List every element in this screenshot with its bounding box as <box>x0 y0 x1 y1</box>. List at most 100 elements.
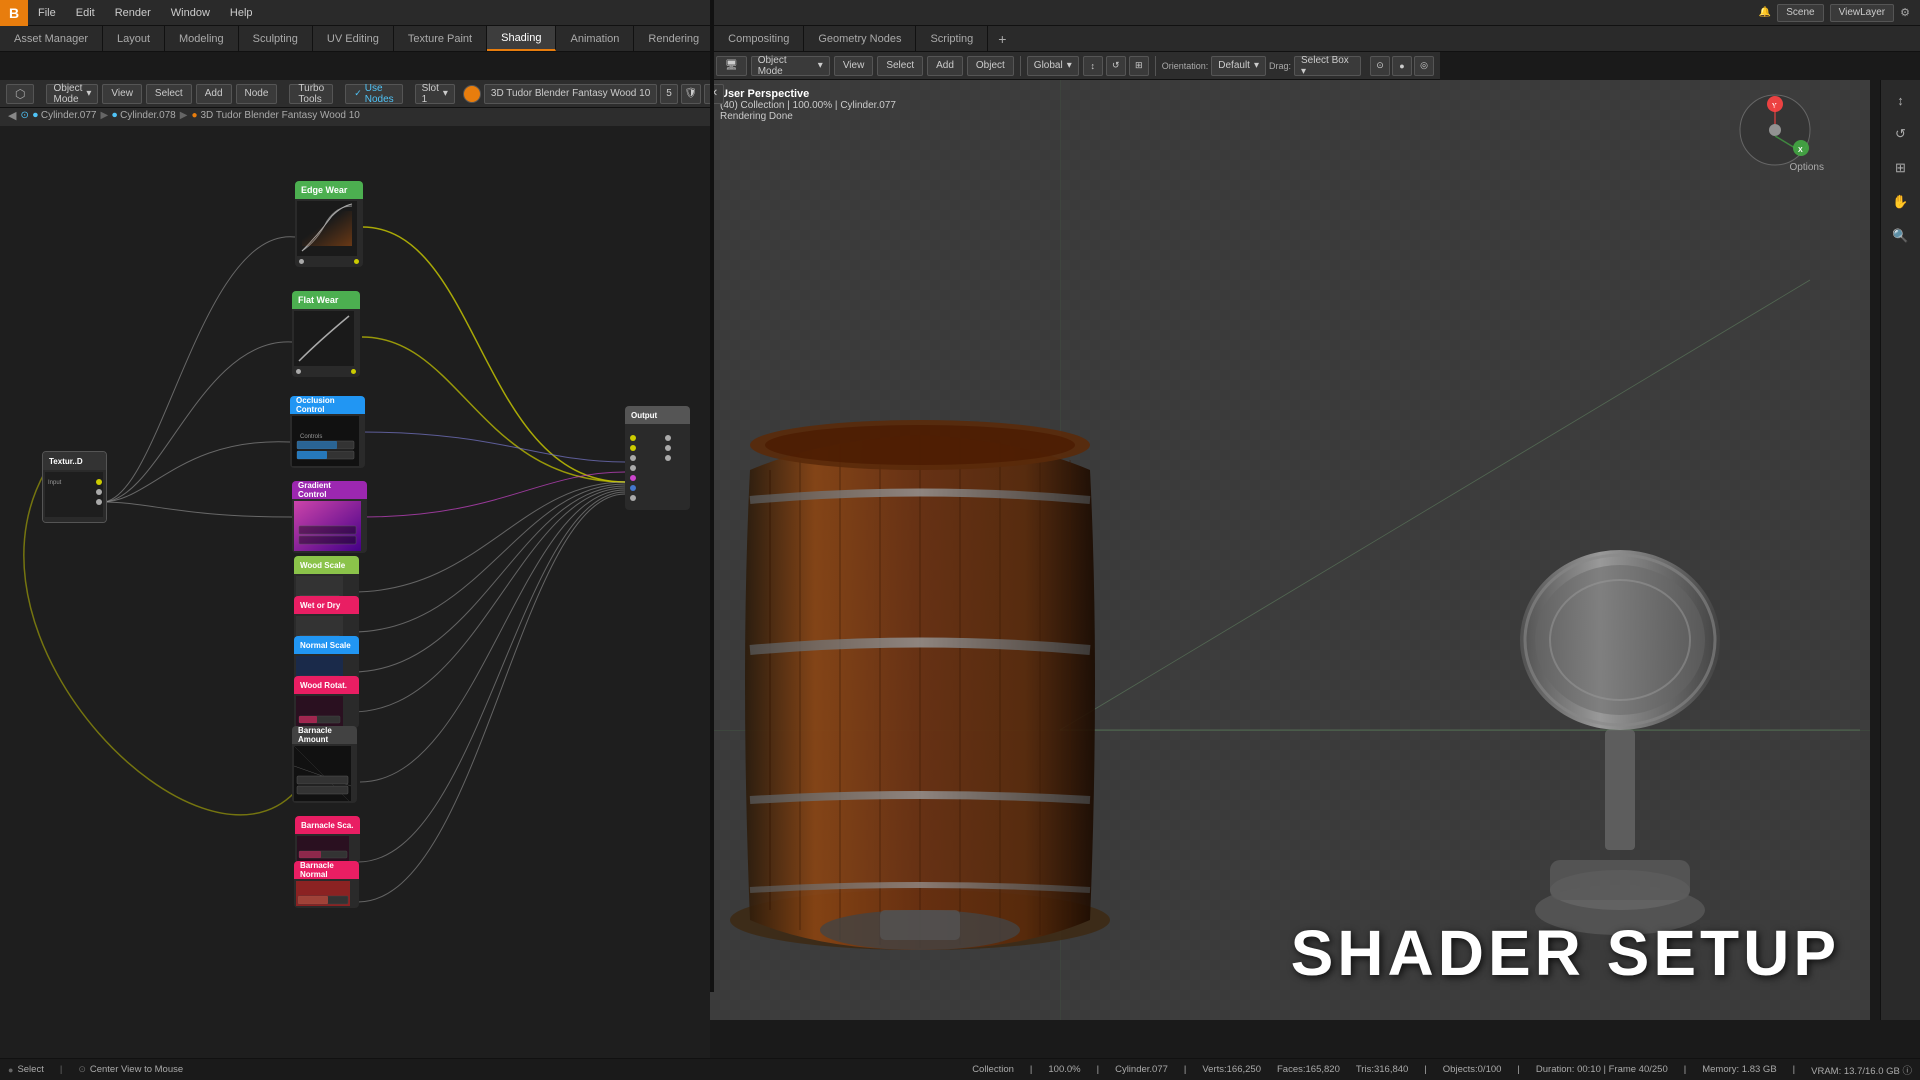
node-output[interactable]: Output <box>625 406 690 510</box>
tab-modeling[interactable]: Modeling <box>165 26 239 51</box>
vp-tb-sep2 <box>1155 56 1156 76</box>
drag-label: Drag: <box>1269 61 1291 71</box>
viewport-transform-btn[interactable]: ↕ <box>1083 56 1103 76</box>
tab-geometry-nodes[interactable]: Geometry Nodes <box>804 26 916 51</box>
options-button[interactable]: Options <box>1784 160 1830 175</box>
right-tool-5[interactable]: 🔍 <box>1887 222 1915 250</box>
tab-shading[interactable]: Shading <box>487 26 556 51</box>
menu-items: File Edit Render Window Help <box>28 0 263 25</box>
menu-window[interactable]: Window <box>161 0 220 25</box>
tab-compositing[interactable]: Compositing <box>714 26 804 51</box>
tab-asset-manager[interactable]: Asset Manager <box>0 26 103 51</box>
vp-overlay-btn[interactable]: ⊙ <box>1370 56 1390 76</box>
shader-setup-text: SHADER SETUP <box>1291 916 1840 990</box>
node-btn[interactable]: Node <box>236 84 278 104</box>
node-occlusion-control[interactable]: Occlusion Control Controls <box>290 396 365 468</box>
status-zoom: 100.0% <box>1048 1064 1080 1075</box>
viewport-editor-type[interactable]: 🖥 <box>716 56 747 76</box>
tab-animation[interactable]: Animation <box>556 26 634 51</box>
right-tool-4[interactable]: ✋ <box>1887 188 1915 216</box>
slot-dropdown[interactable]: Slot 1▾ <box>415 84 455 104</box>
node-barnacle-normal[interactable]: Barnacle Normal <box>294 861 359 908</box>
view-btn[interactable]: View <box>102 84 142 104</box>
node-edge-wear[interactable]: Edge Wear <box>295 181 363 267</box>
viewport-object-mode[interactable]: Object Mode▾ <box>751 56 830 76</box>
small-object-svg <box>1490 520 1750 940</box>
node-barnacle-scale[interactable]: Barnacle Sca. <box>295 816 360 863</box>
right-tool-2[interactable]: ↺ <box>1887 120 1915 148</box>
status-duration: Duration: 00:10 | Frame 40/250 <box>1536 1064 1668 1075</box>
node-barnacle-amount[interactable]: Barnacle Amount <box>292 726 357 803</box>
vp-shading-btn[interactable]: ● <box>1392 56 1412 76</box>
status-faces: Faces:165,820 <box>1277 1064 1340 1075</box>
svg-text:Input: Input <box>48 480 62 486</box>
viewport-3d[interactable]: User Perspective (40) Collection | 100.0… <box>710 80 1870 1020</box>
tab-texture-paint[interactable]: Texture Paint <box>394 26 487 51</box>
workspace-tabs: Asset Manager Layout Modeling Sculpting … <box>0 26 1920 52</box>
bc-cylinder-077[interactable]: ⏺ Cylinder.077 <box>33 110 97 121</box>
right-panel: ↕ ↺ ⊞ ✋ 🔍 <box>1880 80 1920 1020</box>
viewport-select-btn[interactable]: Select <box>877 56 923 76</box>
viewport-toolbar: 🖥 Object Mode▾ View Select Add Object Gl… <box>710 52 1440 80</box>
view-layer-selector[interactable]: ViewLayer <box>1830 4 1895 22</box>
scene-selector[interactable]: Scene <box>1777 4 1823 22</box>
node-canvas[interactable]: Edge Wear Flat Wear <box>0 126 710 1058</box>
orientation-label: Orientation: <box>1162 61 1209 71</box>
nav-gizmo[interactable]: Y X <box>1735 90 1815 170</box>
menu-render[interactable]: Render <box>105 0 161 25</box>
status-tris: Tris:316,840 <box>1356 1064 1408 1075</box>
right-tool-1[interactable]: ↕ <box>1887 86 1915 114</box>
material-users-btn[interactable]: 5 <box>660 84 678 104</box>
tab-uv-editing[interactable]: UV Editing <box>313 26 394 51</box>
material-shield-btn[interactable]: 🛡 <box>681 84 701 104</box>
viewport-rotate-btn[interactable]: ↺ <box>1106 56 1126 76</box>
bc-material[interactable]: ● 3D Tudor Blender Fantasy Wood 10 <box>191 110 359 121</box>
svg-text:X: X <box>1798 147 1803 154</box>
material-name-dropdown[interactable]: 3D Tudor Blender Fantasy Wood 10 <box>484 84 657 104</box>
vp-render-btn[interactable]: ◎ <box>1414 56 1434 76</box>
editor-type-btn[interactable]: ⬡ <box>6 84 34 104</box>
select-box-dropdown[interactable]: Select Box ▾ <box>1294 56 1361 76</box>
add-btn[interactable]: Add <box>196 84 232 104</box>
blender-logo[interactable]: B <box>0 0 28 26</box>
status-select[interactable]: Select <box>17 1064 43 1075</box>
tab-layout[interactable]: Layout <box>103 26 165 51</box>
menu-edit[interactable]: Edit <box>66 0 105 25</box>
panel-divider-top <box>710 0 714 52</box>
top-menu-bar: B File Edit Render Window Help 🔔 Scene V… <box>0 0 1920 26</box>
status-object: Cylinder.077 <box>1115 1064 1168 1075</box>
node-flat-wear[interactable]: Flat Wear <box>292 291 360 377</box>
menu-file[interactable]: File <box>28 0 66 25</box>
viewport-info: User Perspective (40) Collection | 100.0… <box>720 88 896 122</box>
bc-cylinder-078[interactable]: ⏺ Cylinder.078 <box>112 110 176 121</box>
status-vram: VRAM: 13.7/16.0 GB ⓘ <box>1811 1063 1912 1077</box>
status-bar: ● Select | ⊙ Center View to Mouse Collec… <box>0 1058 1920 1080</box>
barrel-svg <box>720 270 1160 990</box>
node-gradient-control[interactable]: Gradient Control <box>292 481 367 553</box>
svg-text:Controls: Controls <box>300 434 322 440</box>
orientation-dropdown[interactable]: Default▾ <box>1211 56 1266 76</box>
add-workspace-tab[interactable]: + <box>988 26 1016 51</box>
tab-sculpting[interactable]: Sculpting <box>239 26 313 51</box>
use-nodes-btn[interactable]: ✓ Use Nodes <box>345 84 402 104</box>
turbo-tools-btn[interactable]: Turbo Tools <box>289 84 333 104</box>
viewport-object-btn[interactable]: Object <box>967 56 1014 76</box>
node-input[interactable]: Textur..D Input <box>42 451 107 523</box>
viewport-view-btn[interactable]: View <box>834 56 874 76</box>
viewport-scale-btn[interactable]: ⊞ <box>1129 56 1149 76</box>
tab-scripting[interactable]: Scripting <box>916 26 988 51</box>
select-btn[interactable]: Select <box>146 84 192 104</box>
object-mode-dropdown[interactable]: Object Mode▾ <box>46 84 98 104</box>
panel-divider[interactable] <box>710 52 714 992</box>
status-center-view: Center View to Mouse <box>90 1064 183 1075</box>
viewport-global-dropdown[interactable]: Global▾ <box>1027 56 1079 76</box>
tab-rendering[interactable]: Rendering <box>634 26 714 51</box>
status-collection: Collection <box>972 1064 1014 1075</box>
material-preview-dot[interactable] <box>463 85 481 103</box>
right-tool-3[interactable]: ⊞ <box>1887 154 1915 182</box>
node-wood-rotation[interactable]: Wood Rotat. <box>294 676 359 728</box>
viewport-add-btn[interactable]: Add <box>927 56 963 76</box>
status-verts: Verts:166,250 <box>1202 1064 1261 1075</box>
menu-help[interactable]: Help <box>220 0 263 25</box>
bc-sep-1: ▶ <box>100 110 108 121</box>
